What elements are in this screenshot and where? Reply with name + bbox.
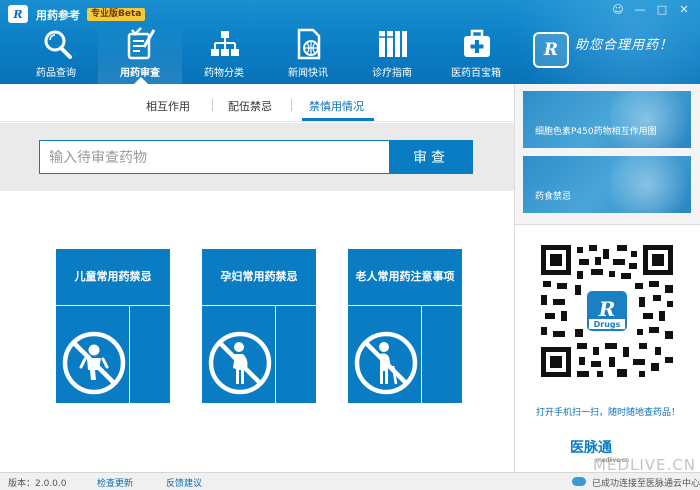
active-tab-underline <box>302 118 374 121</box>
sidebar: 细胞色素P450药物相互作用图 药食禁忌 R Drugs 打开手机扫一扫，随时随… <box>514 84 700 472</box>
nav-guidelines[interactable]: 诊疗指南 <box>350 24 434 84</box>
banner-label: 药食禁忌 <box>535 192 572 202</box>
card-title: 孕妇常用药禁忌 <box>202 249 316 305</box>
no-elderly-icon <box>354 331 418 395</box>
card-title: 儿童常用药禁忌 <box>56 249 170 305</box>
main-panel: 相互作用 配伍禁忌 禁慎用情况 审查 儿童常用药禁忌 孕妇常用药禁忌 <box>0 84 514 472</box>
version-text: 版本：2.0.0.0 <box>8 479 67 489</box>
nav-drug-category[interactable]: 药物分类 <box>182 24 266 84</box>
qr-badge-text: Drugs <box>594 320 621 329</box>
banner-food-drug[interactable]: 药食禁忌 <box>523 156 691 213</box>
nav-label: 诊疗指南 <box>372 68 412 79</box>
globe-document-icon <box>297 28 321 60</box>
app-header: R 用药参考 专业版Beta ☺ — □ ✕ 药品查询 用药审查 药物分类 新闻… <box>0 0 700 84</box>
svg-text:R: R <box>598 297 616 321</box>
app-logo-icon: R <box>8 5 28 23</box>
maximize-icon[interactable]: □ <box>654 2 670 18</box>
slogan-logo-icon: R <box>533 32 569 68</box>
app-title: 用药参考 <box>36 9 80 22</box>
active-caret-icon <box>134 77 148 84</box>
tab-incompatibility[interactable]: 配伍禁忌 <box>228 98 272 114</box>
nav-medication-review[interactable]: 用药审查 <box>98 24 182 84</box>
status-bar: 版本：2.0.0.0 检查更新 反馈建议 已成功连接至医脉通云中心 <box>0 472 700 490</box>
medical-kit-icon <box>464 29 490 57</box>
card-body <box>130 306 170 403</box>
hierarchy-icon <box>211 31 239 56</box>
card-pregnant[interactable]: 孕妇常用药禁忌 <box>202 249 316 403</box>
nav-news[interactable]: 新闻快讯 <box>266 24 350 84</box>
no-child-icon <box>62 331 126 395</box>
pen-checklist-icon <box>127 27 156 60</box>
connection-status: 已成功连接至医脉通云中心 <box>592 479 700 489</box>
search-bar: 审查 <box>0 123 514 191</box>
card-body <box>276 306 316 403</box>
nav-label: 医药百宝箱 <box>451 68 501 79</box>
nav-drug-query[interactable]: 药品查询 <box>14 24 98 84</box>
tab-divider <box>291 99 292 111</box>
qr-caption: 打开手机扫一扫，随时随地查药品！ <box>535 408 680 418</box>
nav-label: 新闻快讯 <box>288 68 328 79</box>
watermark: MEDLIVE.CN <box>593 456 696 474</box>
card-body <box>422 306 462 403</box>
qr-panel: R Drugs 打开手机扫一扫，随时随地查药品！ 医脉通 medlive.cn <box>515 224 700 472</box>
cloud-icon <box>572 477 586 486</box>
nav-label: 药物分类 <box>204 68 244 79</box>
main-nav: 药品查询 用药审查 药物分类 新闻快讯 诊疗指南 医药百宝箱 <box>14 24 518 84</box>
check-update-link[interactable]: 检查更新 <box>97 476 133 489</box>
banner-label: 细胞色素P450药物相互作用图 <box>535 127 657 137</box>
nav-toolbox[interactable]: 医药百宝箱 <box>434 24 518 84</box>
card-title: 老人常用药注意事项 <box>348 249 462 305</box>
review-button[interactable]: 审查 <box>389 140 473 174</box>
nav-label: 药品查询 <box>36 68 76 79</box>
drug-search-input[interactable] <box>39 140 390 174</box>
review-tabs: 相互作用 配伍禁忌 禁慎用情况 <box>0 84 514 122</box>
card-elderly[interactable]: 老人常用药注意事项 <box>348 249 462 403</box>
tab-divider <box>212 99 213 111</box>
skin-icon[interactable]: ☺ <box>610 2 626 18</box>
banner-p450[interactable]: 细胞色素P450药物相互作用图 <box>523 91 691 148</box>
books-icon <box>379 31 407 57</box>
card-children[interactable]: 儿童常用药禁忌 <box>56 249 170 403</box>
magnifier-icon <box>44 30 72 59</box>
edition-badge: 专业版Beta <box>87 8 146 21</box>
close-icon[interactable]: ✕ <box>676 2 692 18</box>
slogan-text: 助您合理用药！ <box>575 38 674 53</box>
medlive-logo[interactable]: 医脉通 <box>570 437 612 457</box>
no-pregnant-woman-icon <box>208 331 272 395</box>
feedback-link[interactable]: 反馈建议 <box>166 476 202 489</box>
minimize-icon[interactable]: — <box>632 2 648 18</box>
tab-contraindications[interactable]: 禁慎用情况 <box>309 98 364 114</box>
window-controls: ☺ — □ ✕ <box>610 2 692 18</box>
tab-interactions[interactable]: 相互作用 <box>146 98 190 114</box>
qr-code-icon: R Drugs <box>539 243 675 379</box>
